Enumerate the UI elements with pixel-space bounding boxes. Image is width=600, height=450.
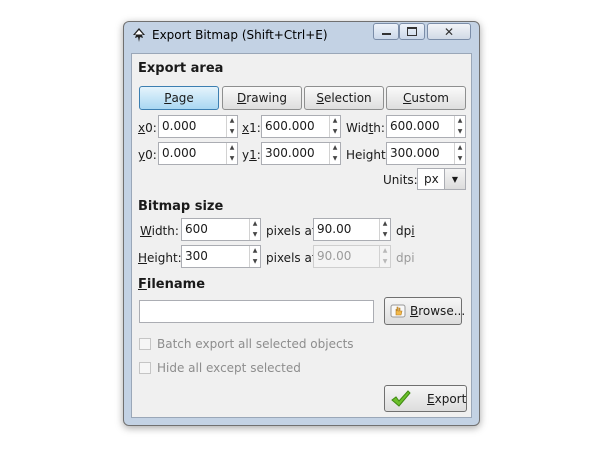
spin-up-icon: ▲ [382, 247, 388, 254]
browse-button[interactable]: Browse... [384, 297, 466, 325]
spin-down-icon[interactable]: ▼ [380, 230, 390, 241]
width-area-value: 600.000 [390, 119, 440, 133]
spin-down-icon[interactable]: ▼ [227, 127, 237, 138]
y1-spinbox[interactable]: 300.000 ▲ ▼ [261, 142, 341, 165]
spin-up-icon[interactable]: ▲ [227, 116, 237, 127]
drawing-label: rawing [246, 91, 287, 105]
width-area-spinbox[interactable]: 600.000 ▲ ▼ [386, 115, 466, 138]
x1-value: 600.000 [265, 119, 315, 133]
drawing-button[interactable]: Drawing [222, 86, 302, 110]
dpi-label-disabled: dpi [396, 251, 415, 265]
y0-value: 0.000 [162, 146, 197, 160]
units-label: Units: [383, 173, 418, 187]
title-bar[interactable]: Export Bitmap (Shift+Ctrl+E) ✕ [124, 22, 479, 47]
hide-all-except-checkbox[interactable] [139, 362, 151, 374]
bitmap-width-label: Width: [140, 224, 179, 238]
dpi-spinbox-disabled: 90.00 ▲ ▼ [313, 245, 391, 268]
spin-up-icon[interactable]: ▲ [250, 246, 260, 257]
y1-label: y1: [242, 148, 261, 162]
drawing-mnemonic: D [237, 91, 247, 105]
spin-down-icon[interactable]: ▼ [455, 127, 465, 138]
selection-mnemonic: S [316, 91, 324, 105]
spin-up-icon[interactable]: ▲ [330, 116, 340, 127]
hide-all-except-label: Hide all except selected [157, 361, 301, 375]
browse-mnemonic: B [410, 304, 419, 318]
y0-spinbox[interactable]: 0.000 ▲ ▼ [158, 142, 238, 165]
spin-down-icon[interactable]: ▼ [250, 257, 260, 268]
spin-down-icon[interactable]: ▼ [227, 154, 237, 165]
x1-label: x1: [242, 121, 261, 135]
batch-export-label: Batch export all selected objects [157, 337, 354, 351]
spin-up-icon[interactable]: ▲ [380, 219, 390, 230]
dropdown-arrow-icon[interactable]: ▼ [444, 169, 465, 189]
bitmap-width-value: 600 [185, 222, 208, 236]
minimize-icon [381, 33, 391, 35]
bitmap-height-value: 300 [185, 249, 208, 263]
dpi-label: dpi [396, 224, 415, 238]
selection-label: election [323, 91, 372, 105]
bitmap-size-heading: Bitmap size [138, 199, 224, 214]
export-label: xport [434, 391, 467, 406]
custom-button[interactable]: Custom [386, 86, 466, 110]
units-select[interactable]: px ▼ [417, 168, 466, 190]
selection-button[interactable]: Selection [304, 86, 384, 110]
spin-down-icon[interactable]: ▼ [455, 154, 465, 165]
height-area-label: Height: [346, 148, 390, 162]
batch-export-checkbox[interactable] [139, 338, 151, 350]
x1-spinbox[interactable]: 600.000 ▲ ▼ [261, 115, 341, 138]
page-button[interactable]: Page [139, 86, 219, 110]
spin-down-icon[interactable]: ▼ [330, 154, 340, 165]
browse-label: rowse... [418, 304, 466, 318]
bitmap-height-label: Height: [138, 251, 182, 265]
inkscape-icon [131, 27, 147, 43]
spin-down-icon[interactable]: ▼ [330, 127, 340, 138]
x0-label: x0: [138, 121, 157, 135]
checkmark-icon [391, 389, 411, 408]
close-button[interactable]: ✕ [427, 23, 471, 40]
spin-up-icon[interactable]: ▲ [455, 116, 465, 127]
export-bitmap-dialog: Export Bitmap (Shift+Ctrl+E) ✕ Export ar… [123, 21, 480, 426]
spin-up-icon[interactable]: ▲ [455, 143, 465, 154]
spin-up-icon[interactable]: ▲ [250, 219, 260, 230]
bitmap-height-spinbox[interactable]: 300 ▲ ▼ [181, 245, 261, 268]
custom-label: ustom [411, 91, 449, 105]
page-label: age [171, 91, 194, 105]
y1-value: 300.000 [265, 146, 315, 160]
export-button[interactable]: Export [384, 385, 467, 412]
folder-hand-icon [390, 303, 406, 319]
close-icon: ✕ [443, 24, 455, 39]
spin-down-icon[interactable]: ▼ [250, 230, 260, 241]
minimize-button[interactable] [373, 23, 399, 40]
export-mnemonic: E [427, 391, 435, 406]
x0-value: 0.000 [162, 119, 197, 133]
dpi-value: 90.00 [317, 222, 352, 236]
spin-down-icon: ▼ [382, 257, 388, 265]
maximize-button[interactable] [399, 23, 425, 40]
pixels-at-label-2: pixels at [266, 251, 317, 265]
pixels-at-label: pixels at [266, 224, 317, 238]
export-area-heading: Export area [138, 61, 224, 76]
dpi-value-disabled: 90.00 [317, 249, 352, 263]
filename-heading: Filename [138, 277, 206, 292]
y0-label: y0: [138, 148, 157, 162]
spin-up-icon[interactable]: ▲ [227, 143, 237, 154]
height-area-value: 300.000 [390, 146, 440, 160]
height-area-spinbox[interactable]: 300.000 ▲ ▼ [386, 142, 466, 165]
width-area-label: Width: [346, 121, 385, 135]
page-mnemonic: P [164, 91, 172, 105]
dialog-body: Export area Page Drawing Selection Custo… [131, 53, 472, 418]
dpi-spinbox[interactable]: 90.00 ▲ ▼ [313, 218, 391, 241]
maximize-icon [407, 27, 417, 36]
custom-mnemonic: C [403, 91, 412, 105]
units-value: px [424, 172, 439, 186]
x0-spinbox[interactable]: 0.000 ▲ ▼ [158, 115, 238, 138]
bitmap-width-spinbox[interactable]: 600 ▲ ▼ [181, 218, 261, 241]
spin-up-icon[interactable]: ▲ [330, 143, 340, 154]
filename-input[interactable] [139, 300, 374, 323]
window-title: Export Bitmap (Shift+Ctrl+E) [152, 28, 328, 42]
